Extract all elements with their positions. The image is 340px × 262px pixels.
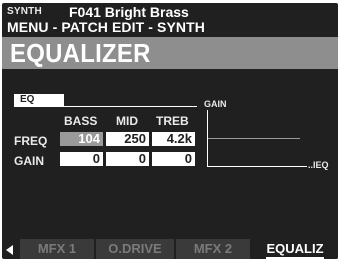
bass-gain-value[interactable]: 0 <box>60 152 103 166</box>
section-label: SYNTH <box>7 6 42 17</box>
graph-x-axis-label: ..IEQ <box>308 160 329 170</box>
patch-name: F041 Bright Brass <box>69 4 189 20</box>
page-title: EQUALIZER <box>10 38 151 68</box>
freq-row-label: FREQ <box>14 134 48 148</box>
eq-response-curve <box>208 138 300 139</box>
function-tab-bar: MFX 1 O.DRIVE MFX 2 EQUALIZ <box>2 239 338 259</box>
tab-mfx2[interactable]: MFX 2 <box>176 239 250 259</box>
tab-label: O.DRIVE <box>108 241 162 256</box>
page-title-bar: EQUALIZER <box>2 37 338 69</box>
tab-label: EQUALIZ <box>266 241 324 259</box>
column-header-bass: BASS <box>64 114 98 128</box>
mid-freq-value[interactable]: 250 <box>106 132 149 146</box>
column-header-mid: MID <box>116 114 138 128</box>
tab-label: MFX 1 <box>37 241 77 256</box>
eq-section-tab: EQ <box>14 94 64 106</box>
section-divider <box>14 106 197 107</box>
tab-mfx1[interactable]: MFX 1 <box>20 239 94 259</box>
breadcrumb: MENU - PATCH EDIT - SYNTH <box>7 19 205 35</box>
mid-gain-value[interactable]: 0 <box>106 152 149 166</box>
tab-odrive[interactable]: O.DRIVE <box>96 239 174 259</box>
left-arrow-icon[interactable] <box>6 245 13 255</box>
tab-equaliz[interactable]: EQUALIZ <box>252 239 338 259</box>
treb-gain-value[interactable]: 0 <box>152 152 195 166</box>
display-screen: SYNTH F041 Bright Brass MENU - PATCH EDI… <box>2 3 338 259</box>
bass-freq-value[interactable]: 104 <box>60 132 103 146</box>
graph-x-axis <box>207 166 307 167</box>
graph-gain-axis-label: GAIN <box>204 99 227 109</box>
column-header-treb: TREB <box>156 114 189 128</box>
gain-row-label: GAIN <box>14 154 44 168</box>
tab-label: MFX 2 <box>193 241 233 256</box>
treb-freq-value[interactable]: 4.2k <box>152 132 195 146</box>
